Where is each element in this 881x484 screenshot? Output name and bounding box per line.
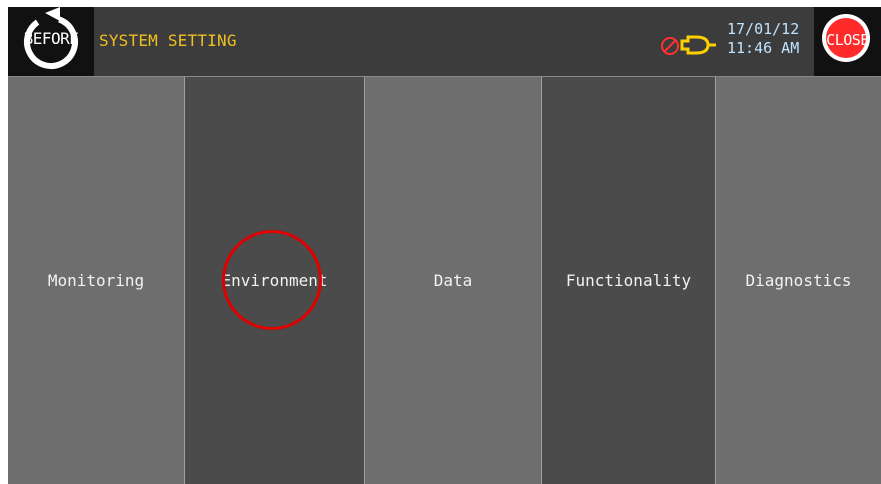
menu-tile-label: Monitoring xyxy=(47,271,145,290)
hmi-screen: BEFORE SYSTEM SETTING 17/01/12 11:46 AM … xyxy=(8,7,881,484)
before-button[interactable]: BEFORE xyxy=(8,7,94,76)
header-bar: BEFORE SYSTEM SETTING 17/01/12 11:46 AM … xyxy=(8,7,881,76)
date-display: 17/01/12 xyxy=(727,20,800,38)
menu-tile-label: Diagnostics xyxy=(745,271,852,290)
menu-tile-label: Functionality xyxy=(565,271,692,290)
alarm-muted-icon[interactable] xyxy=(658,27,720,57)
settings-menu: Monitoring Environment Data Functionalit… xyxy=(8,76,881,484)
menu-tile-label: Environment xyxy=(221,271,328,290)
close-label: CLOSE xyxy=(826,31,869,49)
menu-tile-functionality[interactable]: Functionality xyxy=(542,77,716,484)
menu-tile-environment[interactable]: Environment xyxy=(185,77,365,484)
menu-tile-data[interactable]: Data xyxy=(365,77,542,484)
time-display: 11:46 AM xyxy=(727,39,800,57)
before-label: BEFORE xyxy=(23,29,79,48)
menu-tile-diagnostics[interactable]: Diagnostics xyxy=(716,77,881,484)
page-title: SYSTEM SETTING xyxy=(99,31,237,50)
menu-tile-label: Data xyxy=(433,271,473,290)
close-button[interactable]: CLOSE xyxy=(814,7,881,76)
menu-tile-monitoring[interactable]: Monitoring xyxy=(8,77,185,484)
